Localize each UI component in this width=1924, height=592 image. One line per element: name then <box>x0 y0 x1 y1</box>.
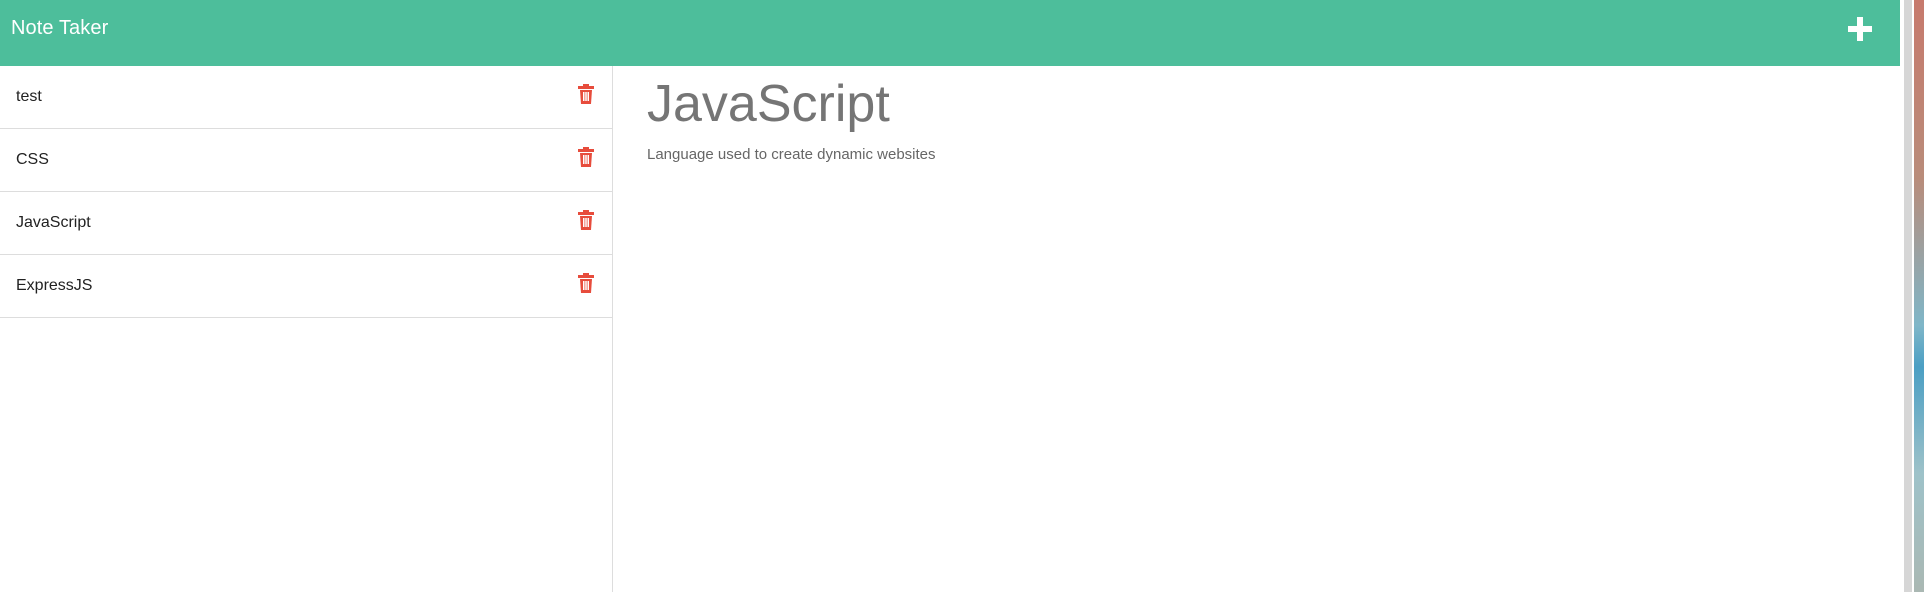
note-text[interactable]: Language used to create dynamic websites <box>647 146 936 163</box>
note-detail-panel: JavaScript Language used to create dynam… <box>613 66 1900 592</box>
delete-note-button[interactable] <box>578 146 594 168</box>
desktop-wallpaper-edge <box>1914 0 1924 592</box>
trash-icon <box>578 84 594 104</box>
new-note-button[interactable] <box>1842 11 1878 47</box>
list-item[interactable]: CSS <box>0 129 612 192</box>
navbar: Note Taker <box>0 0 1900 66</box>
scrollbar[interactable] <box>1904 0 1912 592</box>
list-item[interactable]: test <box>0 66 612 129</box>
trash-icon <box>578 273 594 293</box>
note-title-heading[interactable]: JavaScript <box>647 74 890 134</box>
note-taker-app: Note Taker test CSS JavaScript ExpressJS… <box>0 0 1900 592</box>
trash-icon <box>578 147 594 167</box>
delete-note-button[interactable] <box>578 83 594 105</box>
list-item[interactable]: ExpressJS <box>0 255 612 318</box>
trash-icon <box>578 210 594 230</box>
delete-note-button[interactable] <box>578 272 594 294</box>
note-title[interactable]: JavaScript <box>16 214 91 232</box>
note-list-panel: test CSS JavaScript ExpressJS <box>0 66 613 592</box>
plus-icon <box>1848 17 1872 41</box>
note-title[interactable]: CSS <box>16 151 49 169</box>
app-title[interactable]: Note Taker <box>11 17 108 40</box>
delete-note-button[interactable] <box>578 209 594 231</box>
note-title[interactable]: ExpressJS <box>16 277 92 295</box>
note-title[interactable]: test <box>16 88 42 106</box>
list-item[interactable]: JavaScript <box>0 192 612 255</box>
note-list: test CSS JavaScript ExpressJS <box>0 66 612 318</box>
